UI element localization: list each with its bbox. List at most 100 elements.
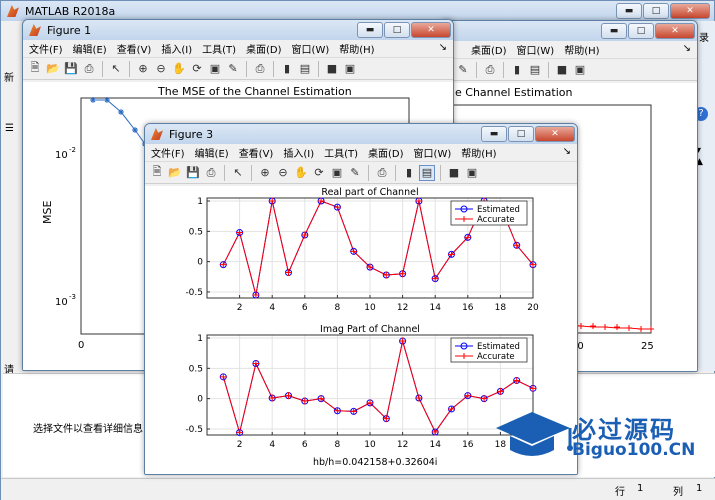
figure3-save-icon[interactable]: 💾 bbox=[185, 165, 201, 181]
back-legend-icon[interactable]: ▤ bbox=[527, 62, 543, 78]
figure1-maximize-button[interactable]: □ bbox=[384, 22, 410, 38]
x-tick-label: 20 bbox=[527, 303, 539, 313]
back-menu-arrow-icon[interactable]: ↘ bbox=[683, 43, 691, 54]
figure1-minimize-button[interactable]: ▬ bbox=[357, 22, 383, 38]
figure1-save-icon[interactable]: 💾 bbox=[63, 61, 79, 77]
x-tick-label: 16 bbox=[462, 303, 474, 313]
figure3-zoom-out-icon[interactable]: ⊖ bbox=[275, 165, 291, 181]
figure3-menu-edit[interactable]: 编辑(E) bbox=[195, 145, 229, 160]
back-mse-marker bbox=[638, 326, 644, 332]
figure1-datatip-icon[interactable]: ▣ bbox=[207, 61, 223, 77]
figure3-menu-desktop[interactable]: 桌面(D) bbox=[368, 145, 404, 160]
back-minimize-button[interactable]: ▬ bbox=[601, 23, 627, 39]
figure1-colorbar-icon[interactable]: ▮ bbox=[279, 61, 295, 77]
legend-label: Accurate bbox=[477, 352, 515, 362]
figure3-link-icon[interactable]: ⎙ bbox=[374, 165, 390, 181]
figure1-title: Figure 1 bbox=[47, 23, 92, 37]
status-bar: 行 1 列 1 bbox=[1, 478, 715, 500]
x-tick-label: 10 bbox=[364, 303, 376, 313]
back-maximize-button[interactable]: □ bbox=[628, 23, 654, 39]
figure1-plot-title: The MSE of the Channel Estimation bbox=[157, 85, 352, 98]
figure1-open-icon[interactable]: 📂 bbox=[45, 61, 61, 77]
back-mse-marker bbox=[648, 326, 654, 332]
figure1-menu-view[interactable]: 查看(V) bbox=[117, 41, 152, 56]
figure3-print-icon[interactable]: ⎙ bbox=[203, 165, 219, 181]
figure1-ytick-1e-2-exp: -2 bbox=[69, 146, 76, 154]
y-tick-label: 0 bbox=[197, 258, 203, 268]
figure1-menu-tools[interactable]: 工具(T) bbox=[202, 41, 236, 56]
x-tick-label: 14 bbox=[429, 303, 441, 313]
details-status-text: 选择文件以查看详细信息 bbox=[33, 424, 143, 435]
figure3-zoom-in-icon[interactable]: ⊕ bbox=[257, 165, 273, 181]
figure3-maximize-button[interactable]: □ bbox=[508, 126, 534, 142]
back-brush-icon[interactable]: ✎ bbox=[455, 62, 471, 78]
x-tick-label: 6 bbox=[302, 303, 308, 313]
figure1-dock-icon[interactable]: ▣ bbox=[342, 61, 358, 77]
figure1-print-icon[interactable]: ⎙ bbox=[81, 61, 97, 77]
back-mse-marker bbox=[626, 325, 632, 331]
figure3-datatip-icon[interactable]: ▣ bbox=[329, 165, 345, 181]
figure1-link-icon[interactable]: ⎙ bbox=[252, 61, 268, 77]
matlab-close-button[interactable]: ✕ bbox=[670, 3, 710, 19]
y-tick-label: 1 bbox=[197, 197, 203, 207]
figure3-menu-window[interactable]: 窗口(W) bbox=[414, 145, 452, 160]
figure3-hide-icon[interactable]: ■ bbox=[446, 165, 462, 181]
figure3-legend-icon[interactable]: ▤ bbox=[419, 164, 435, 181]
y-tick-label: 1 bbox=[197, 334, 203, 344]
figure1-menu-file[interactable]: 文件(F) bbox=[29, 41, 63, 56]
figure1-brush-icon[interactable]: ✎ bbox=[225, 61, 241, 77]
back-titlebar: ▬ □ ✕ bbox=[441, 21, 697, 41]
legend-label: Accurate bbox=[477, 215, 515, 225]
figure1-menu-desktop[interactable]: 桌面(D) bbox=[246, 41, 282, 56]
back-print-icon[interactable]: ⎙ bbox=[482, 62, 498, 78]
figure1-menu-arrow-icon[interactable]: ↘ bbox=[439, 42, 447, 53]
figure3-rotate-icon[interactable]: ⟳ bbox=[311, 165, 327, 181]
figure1-hide-icon[interactable]: ■ bbox=[324, 61, 340, 77]
y-tick-label: 0.5 bbox=[189, 227, 203, 237]
back-mse-marker bbox=[614, 324, 620, 330]
figure3-menu-help[interactable]: 帮助(H) bbox=[461, 145, 496, 160]
figure1-new-icon[interactable]: 🗎 bbox=[27, 61, 43, 77]
col-value: 1 bbox=[696, 483, 703, 494]
figure1-pointer-icon[interactable]: ↖ bbox=[108, 61, 124, 77]
figure3-minimize-button[interactable]: ▬ bbox=[481, 126, 507, 142]
figure3-pan-icon[interactable]: ✋ bbox=[293, 165, 309, 181]
figure3-dock-icon[interactable]: ▣ bbox=[464, 165, 480, 181]
figure1-menu-insert[interactable]: 插入(I) bbox=[161, 41, 192, 56]
y-tick-label: -0.5 bbox=[185, 288, 203, 298]
back-hide-icon[interactable]: ■ bbox=[554, 62, 570, 78]
figure1-xtick-0: 0 bbox=[78, 340, 84, 351]
figure3-menu-view[interactable]: 查看(V) bbox=[239, 145, 274, 160]
figure1-zoom-in-icon[interactable]: ⊕ bbox=[135, 61, 151, 77]
figure3-pointer-icon[interactable]: ↖ bbox=[230, 165, 246, 181]
chart-title: Imag Part of Channel bbox=[320, 324, 420, 335]
figure3-menu-insert[interactable]: 插入(I) bbox=[283, 145, 314, 160]
x-tick-label: 16 bbox=[462, 440, 474, 450]
figure1-zoom-out-icon[interactable]: ⊖ bbox=[153, 61, 169, 77]
figure1-close-button[interactable]: ✕ bbox=[411, 22, 451, 38]
back-colorbar-icon[interactable]: ▮ bbox=[509, 62, 525, 78]
back-menu-help[interactable]: 帮助(H) bbox=[564, 42, 599, 57]
matlab-minimize-button[interactable]: ▬ bbox=[616, 3, 642, 19]
back-menu-desktop[interactable]: 桌面(D) bbox=[471, 42, 507, 57]
figure1-legend-icon[interactable]: ▤ bbox=[297, 61, 313, 77]
figure3-open-icon[interactable]: 📂 bbox=[167, 165, 183, 181]
figure3-brush-icon[interactable]: ✎ bbox=[347, 165, 363, 181]
figure3-colorbar-icon[interactable]: ▮ bbox=[401, 165, 417, 181]
back-close-button[interactable]: ✕ bbox=[655, 23, 695, 39]
back-dock-icon[interactable]: ▣ bbox=[572, 62, 588, 78]
matlab-left-icon[interactable]: ☰ bbox=[5, 123, 14, 134]
matlab-maximize-button[interactable]: □ bbox=[643, 3, 669, 19]
figure3-new-icon[interactable]: 🗎 bbox=[149, 165, 165, 181]
watermark: 必过源码 Biguo100.CN bbox=[492, 406, 710, 466]
figure3-close-button[interactable]: ✕ bbox=[535, 126, 575, 142]
figure1-menu-edit[interactable]: 编辑(E) bbox=[73, 41, 107, 56]
figure1-rotate-icon[interactable]: ⟳ bbox=[189, 61, 205, 77]
figure3-menu-file[interactable]: 文件(F) bbox=[151, 145, 185, 160]
figure3-menu-arrow-icon[interactable]: ↘ bbox=[563, 146, 571, 157]
back-menu-window[interactable]: 窗口(W) bbox=[517, 42, 555, 57]
figure1-menu-help[interactable]: 帮助(H) bbox=[339, 41, 374, 56]
figure1-pan-icon[interactable]: ✋ bbox=[171, 61, 187, 77]
figure3-menu-tools[interactable]: 工具(T) bbox=[324, 145, 358, 160]
figure1-menu-window[interactable]: 窗口(W) bbox=[292, 41, 330, 56]
